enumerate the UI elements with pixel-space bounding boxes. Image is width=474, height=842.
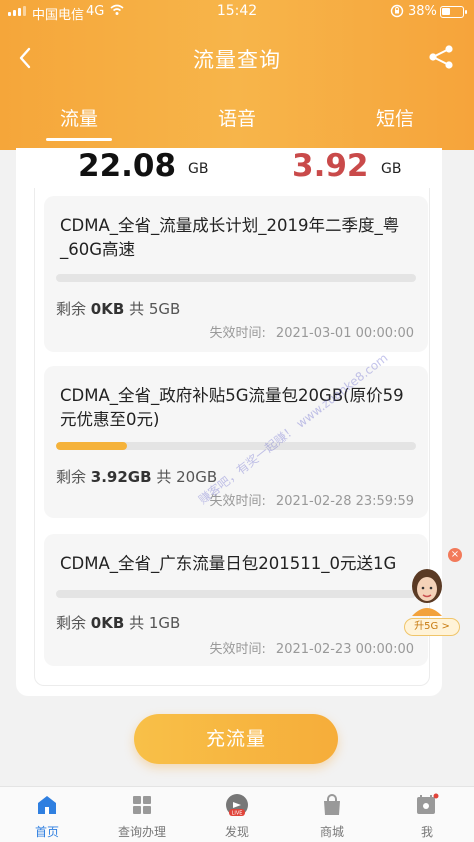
upgrade-5g-badge[interactable]: 升5G > (404, 618, 460, 636)
share-icon[interactable] (426, 42, 456, 72)
usage-summary: 22.08 GB 3.92 GB (16, 148, 442, 188)
package-name: CDMA_全省_流量成长计划_2019年二季度_粤_60G高速 (60, 216, 400, 259)
home-icon (38, 796, 56, 814)
nav-item-shop[interactable]: 商城 (285, 793, 379, 841)
live-icon: LIVE (226, 794, 248, 817)
remain-value: 3.92 (292, 148, 369, 184)
progress-bar (56, 274, 416, 282)
package-expiry: 失效时间: 2021-03-01 00:00:00 (209, 326, 414, 341)
status-bar: 中国电信 4G 15:42 38% (0, 0, 474, 24)
package-remaining: 剩余 0KB 共 5GB (56, 300, 181, 318)
assistant-face-icon (412, 569, 442, 616)
nav-item-discover[interactable]: LIVE 发现 (190, 793, 284, 841)
page-title: 流量查询 (193, 48, 281, 72)
nav-label: 我 (420, 825, 433, 839)
nav-label: 首页 (34, 825, 59, 839)
progress-bar (56, 590, 416, 598)
package-card[interactable]: CDMA_全省_流量成长计划_2019年二季度_粤_60G高速 剩余 0KB 共… (44, 196, 428, 352)
close-icon[interactable]: × (448, 548, 462, 562)
package-remaining: 剩余 3.92GB 共 20GB (56, 468, 218, 486)
battery-icon (440, 6, 467, 18)
assistant-avatar[interactable]: × 升5G > (396, 548, 470, 636)
bottom-nav: 首页 查询办理 LIVE 发现 商城 我 (0, 786, 474, 842)
package-expiry: 失效时间: 2021-02-28 23:59:59 (209, 494, 414, 509)
tab-voice[interactable]: 语音 (192, 104, 282, 131)
nav-item-me[interactable]: 我 (380, 793, 474, 841)
nav-label: 发现 (224, 825, 249, 839)
package-remaining: 剩余 0KB 共 1GB (56, 614, 181, 632)
remain-unit: GB (381, 161, 402, 177)
nav-bar: 流量查询 (0, 38, 474, 78)
tab-data[interactable]: 流量 (34, 104, 124, 131)
package-name: CDMA_全省_政府补贴5G流量包20GB(原价59元优惠至0元) (60, 386, 404, 429)
tab-sms[interactable]: 短信 (350, 104, 440, 131)
nav-label: 商城 (319, 825, 344, 839)
progress-bar (56, 442, 416, 450)
battery-percent: 38% (408, 4, 437, 19)
nav-item-home[interactable]: 首页 (0, 793, 94, 841)
svg-text:LIVE: LIVE (232, 811, 243, 817)
active-tab-indicator (46, 138, 112, 141)
tab-bar: 流量 语音 短信 (0, 104, 474, 144)
total-unit: GB (188, 161, 209, 177)
data-panel: 22.08 GB 3.92 GB CDMA_全省_流量成长计划_2019年二季度… (16, 148, 442, 696)
grid-icon (133, 796, 151, 814)
package-card[interactable]: CDMA_全省_广东流量日包201511_0元送1G 剩余 0KB 共 1GB … (44, 534, 428, 666)
package-name: CDMA_全省_广东流量日包201511_0元送1G (60, 554, 397, 573)
package-card[interactable]: CDMA_全省_政府补贴5G流量包20GB(原价59元优惠至0元) 剩余 3.9… (44, 366, 428, 518)
total-value: 22.08 (78, 148, 177, 184)
rotation-lock-icon (390, 4, 404, 22)
recharge-button[interactable]: 充流量 (134, 714, 338, 764)
calendar-user-icon (417, 793, 439, 814)
nav-label: 查询办理 (117, 825, 166, 839)
package-expiry: 失效时间: 2021-02-23 00:00:00 (209, 642, 414, 657)
shop-bag-icon (324, 794, 340, 815)
nav-item-query[interactable]: 查询办理 (95, 793, 189, 841)
